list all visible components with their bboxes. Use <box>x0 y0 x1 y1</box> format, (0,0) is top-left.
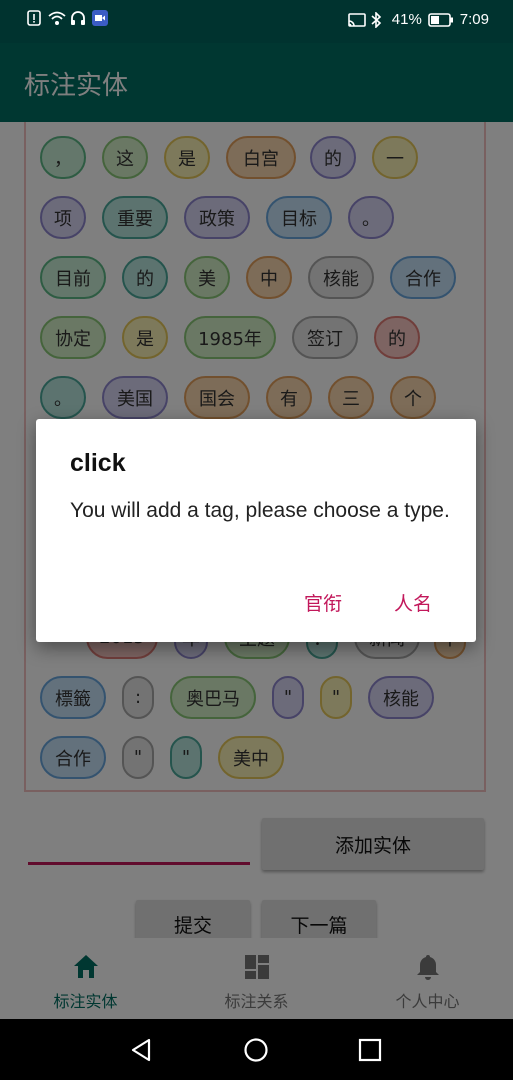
clock: 7:09 <box>459 11 489 28</box>
battery-percent: 41% <box>391 11 422 28</box>
battery-icon <box>427 12 454 28</box>
video-icon <box>92 10 108 26</box>
bluetooth-icon <box>370 10 386 29</box>
system-navigation-bar <box>0 1019 513 1080</box>
alert-icon <box>26 10 42 26</box>
dialog-option-title-button[interactable]: 官衔 <box>304 589 342 616</box>
home-circle-icon[interactable] <box>243 1037 269 1063</box>
headset-icon <box>70 10 86 26</box>
wifi-icon <box>48 10 66 26</box>
status-bar: 41% 7:09 <box>0 0 513 43</box>
tag-type-dialog: click You will add a tag, please choose … <box>36 419 476 642</box>
back-icon[interactable] <box>128 1037 154 1063</box>
cast-icon <box>347 12 366 28</box>
dialog-message: You will add a tag, please choose a type… <box>70 499 450 522</box>
dialog-option-person-name-button[interactable]: 人名 <box>394 589 432 616</box>
dialog-title: click <box>70 449 126 477</box>
recents-icon[interactable] <box>357 1037 383 1063</box>
